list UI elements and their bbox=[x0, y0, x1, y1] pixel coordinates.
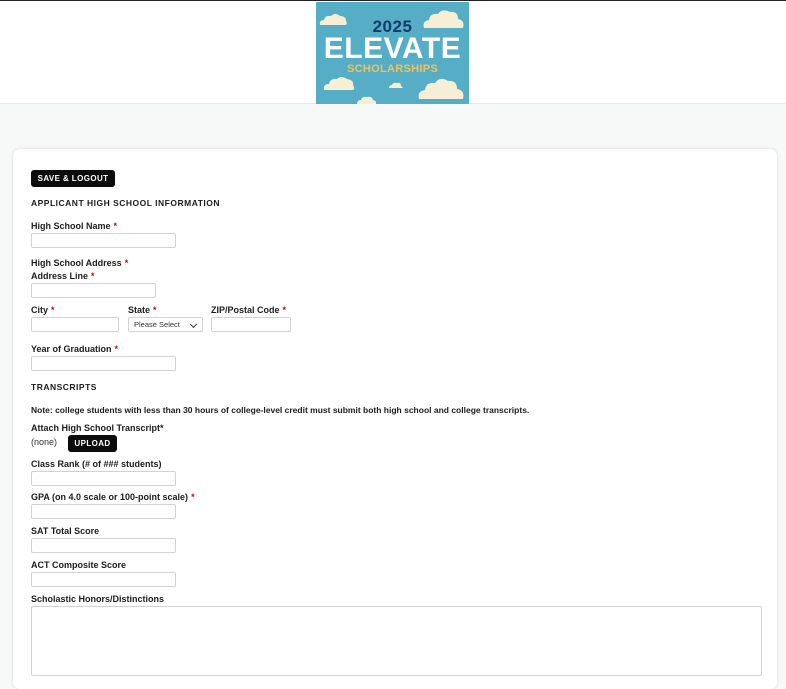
class-rank-label: Class Rank (# of ### students) bbox=[31, 459, 162, 469]
elevate-scholarships-logo: 2025 ELEVATE SCHOLARSHIPS bbox=[316, 2, 469, 104]
section-heading-transcripts: TRANSCRIPTS bbox=[31, 382, 97, 392]
year-graduation-label: Year of Graduation * bbox=[31, 344, 119, 354]
high-school-name-label: High School Name * bbox=[31, 221, 118, 231]
class-rank-input[interactable] bbox=[31, 471, 176, 486]
honors-textarea[interactable] bbox=[31, 606, 762, 676]
cloud-icon bbox=[418, 78, 464, 99]
logo-subtitle: SCHOLARSHIPS bbox=[347, 63, 438, 75]
transcript-note: Note: college students with less than 30… bbox=[31, 405, 530, 415]
act-score-label: ACT Composite Score bbox=[31, 560, 127, 570]
required-marker: * bbox=[113, 221, 118, 231]
state-label: State * bbox=[128, 305, 157, 315]
gpa-input[interactable] bbox=[31, 504, 176, 519]
city-label: City * bbox=[31, 305, 55, 315]
cloud-icon bbox=[389, 82, 403, 88]
upload-button[interactable]: UPLOAD bbox=[68, 435, 117, 452]
chevron-down-icon bbox=[189, 320, 198, 329]
required-marker: * bbox=[51, 305, 55, 315]
section-heading-high-school: APPLICANT HIGH SCHOOL INFORMATION bbox=[31, 198, 221, 208]
required-marker: * bbox=[91, 271, 95, 281]
year-graduation-input[interactable] bbox=[31, 356, 176, 371]
attached-file-value: (none) bbox=[31, 437, 58, 447]
gpa-label: GPA (on 4.0 scale or 100-point scale) * bbox=[31, 492, 195, 502]
logo-title: ELEVATE bbox=[323, 32, 462, 65]
high-school-address-label: High School Address * bbox=[31, 258, 129, 268]
required-marker: * bbox=[191, 492, 195, 502]
required-marker: * bbox=[114, 344, 119, 354]
required-marker: * bbox=[153, 305, 157, 315]
required-marker: * bbox=[282, 305, 287, 315]
address-line-label: Address Line * bbox=[31, 271, 95, 281]
high-school-name-input[interactable] bbox=[31, 233, 176, 248]
address-line-input[interactable] bbox=[31, 283, 156, 298]
state-select-value: Please Select bbox=[134, 320, 180, 329]
save-logout-button[interactable]: SAVE & LOGOUT bbox=[31, 170, 115, 187]
cloud-icon bbox=[357, 96, 377, 104]
required-marker: * bbox=[124, 258, 129, 268]
city-input[interactable] bbox=[31, 317, 119, 332]
act-score-input[interactable] bbox=[31, 572, 176, 587]
sat-score-input[interactable] bbox=[31, 538, 176, 553]
zip-input[interactable] bbox=[211, 317, 291, 332]
state-select[interactable]: Please Select bbox=[128, 317, 203, 332]
honors-label: Scholastic Honors/Distinctions bbox=[31, 594, 165, 604]
application-form-card: SAVE & LOGOUT APPLICANT HIGH SCHOOL INFO… bbox=[13, 149, 777, 689]
attach-transcript-label: Attach High School Transcript* bbox=[31, 423, 164, 433]
sat-score-label: SAT Total Score bbox=[31, 526, 100, 536]
cloud-icon bbox=[323, 77, 355, 90]
zip-label: ZIP/Postal Code * bbox=[211, 305, 287, 315]
